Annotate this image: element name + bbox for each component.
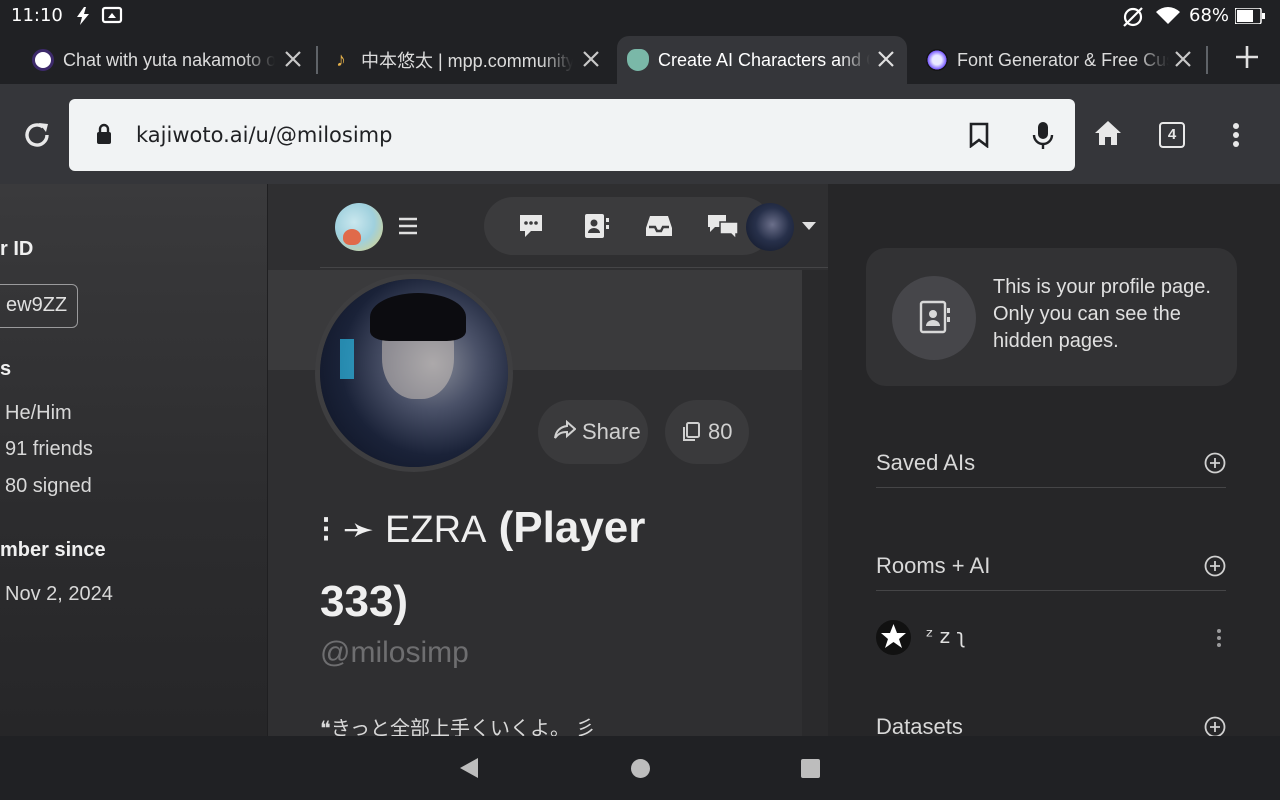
close-icon[interactable] (875, 48, 897, 70)
new-tab-icon[interactable] (1234, 44, 1260, 70)
music-note-icon: ♪ (336, 49, 346, 71)
no-sync-icon (1123, 7, 1143, 27)
member-since-value: Nov 2, 2024 (5, 583, 113, 605)
home-icon[interactable] (1094, 120, 1122, 146)
battery-icon (1235, 8, 1265, 24)
close-icon[interactable] (282, 48, 304, 70)
profile-title: ⁝ ➛ EZRA (Player 333) (320, 492, 800, 638)
tab-strip: Chat with yuta nakamoto on ♪ 中本悠太 | mpp.… (0, 32, 1280, 84)
user-avatar[interactable] (746, 203, 794, 251)
clock: 11:10 (11, 5, 63, 26)
info-icon-circle (892, 276, 976, 360)
copies-count-button[interactable]: 80 (665, 400, 749, 464)
title-line2: 333) (320, 577, 409, 626)
add-circle-icon[interactable] (1204, 716, 1226, 736)
rooms-title: Rooms + AI (876, 553, 991, 578)
recents-icon[interactable] (800, 758, 821, 779)
chat-bubble-icon[interactable] (517, 212, 545, 240)
share-icon (554, 420, 576, 439)
home-circle-icon[interactable] (630, 758, 651, 779)
contact-card-icon[interactable] (582, 212, 610, 240)
datasets-title: Datasets (876, 714, 963, 736)
profile-bio: ❝きっと全部上手くいくよ。 彡 (320, 718, 596, 736)
user-id-label: r ID (0, 238, 34, 260)
reload-icon[interactable] (22, 120, 52, 150)
user-id-box[interactable]: ew9ZZ (0, 284, 78, 328)
profile-handle: @milosimp (320, 636, 469, 669)
saved-ais-section: Saved AIs (876, 438, 1226, 488)
title-rest: (Player (498, 503, 646, 552)
rooms-section: Rooms + AI (876, 541, 1226, 591)
star-icon (881, 624, 906, 648)
stats-label: s (0, 358, 12, 380)
datasets-section: Datasets (876, 702, 1226, 736)
contact-card-icon (919, 300, 950, 334)
add-circle-icon[interactable] (1204, 555, 1226, 577)
status-bar: 11:10 68% (0, 0, 1280, 32)
profile-info-card: This is your profile page. Only you can … (866, 248, 1237, 386)
tab-chat-yuta[interactable]: Chat with yuta nakamoto on (32, 36, 314, 84)
url-text: kajiwoto.ai/u/@milosimp (136, 123, 393, 147)
planet-icon (926, 49, 948, 71)
signed-count: 80 signed (5, 475, 92, 497)
kajiwoto-pet-icon (627, 49, 649, 71)
left-sidebar: r ID ew9ZZ s He/Him 91 friends 80 signed… (0, 184, 268, 736)
mic-icon[interactable] (1031, 121, 1055, 151)
tab-mpp-community[interactable]: ♪ 中本悠太 | mpp.community (330, 36, 612, 84)
cast-icon (101, 6, 123, 24)
copy-icon (683, 422, 700, 441)
kajiwoto-logo[interactable] (335, 203, 383, 251)
saved-ais-title: Saved AIs (876, 450, 976, 475)
info-text: This is your profile page. Only you can … (993, 276, 1211, 352)
site-nav (320, 184, 828, 268)
back-icon[interactable] (458, 756, 480, 780)
hamburger-menu-icon[interactable] (398, 217, 418, 235)
battery-level: 68% (1189, 5, 1230, 26)
title-prefix: ⁝ ➛ EZRA (320, 509, 487, 551)
group-chat-icon[interactable] (706, 212, 740, 240)
share-button[interactable]: Share (538, 400, 648, 464)
more-vertical-icon[interactable] (1216, 628, 1222, 648)
user-id-value: ew9ZZ (6, 294, 68, 316)
tab-create-ai-characters[interactable]: Create AI Characters and Ch (617, 36, 907, 84)
profile-main: Share 80 ⁝ ➛ EZRA (Player 333) @milosimp… (268, 184, 828, 736)
nav-pill (484, 197, 772, 255)
kajiwoto-icon (32, 49, 54, 71)
add-circle-icon[interactable] (1204, 452, 1226, 474)
copies-count: 80 (708, 419, 733, 444)
tab-switcher-button[interactable]: 4 (1159, 122, 1185, 148)
pronouns: He/Him (5, 402, 72, 424)
profile-avatar[interactable] (315, 274, 513, 472)
member-since-label: mber since (0, 539, 106, 561)
close-icon[interactable] (580, 48, 602, 70)
flash-icon (77, 7, 89, 25)
inbox-icon[interactable] (645, 212, 673, 240)
tab-font-generator[interactable]: Font Generator & Free Custom (926, 36, 1204, 84)
close-icon[interactable] (1172, 48, 1194, 70)
wifi-icon (1156, 7, 1180, 24)
more-menu-icon[interactable] (1231, 122, 1241, 148)
page-content: r ID ew9ZZ s He/Him 91 friends 80 signed… (0, 184, 1280, 736)
lock-icon (97, 123, 111, 144)
browser-toolbar: kajiwoto.ai/u/@milosimp 4 (0, 84, 1280, 184)
friends-count[interactable]: 91 friends (5, 438, 93, 461)
room-item[interactable]: ᶻ z ʅ (876, 618, 1226, 658)
address-bar[interactable]: kajiwoto.ai/u/@milosimp (69, 99, 1075, 171)
share-label: Share (582, 419, 641, 444)
system-navigation-bar (0, 736, 1280, 800)
room-name: ᶻ z ʅ (926, 624, 966, 648)
bookmark-icon[interactable] (968, 122, 990, 148)
right-sidebar: This is your profile page. Only you can … (828, 184, 1280, 736)
room-avatar (876, 620, 911, 655)
scroll-track (802, 270, 828, 736)
chevron-down-icon[interactable] (802, 221, 816, 231)
